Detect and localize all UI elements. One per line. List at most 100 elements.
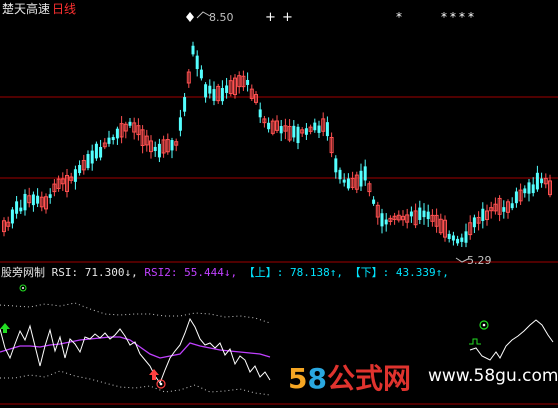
high-price-label: 8.50: [209, 11, 234, 24]
signal-star-icon: *: [396, 10, 402, 24]
candle-body: [409, 211, 413, 217]
circle-signal-icon: [19, 284, 27, 292]
rsi-label: RSI:: [51, 266, 79, 279]
candle-body: [212, 89, 216, 101]
candle-body: [304, 128, 308, 135]
candle-body: [204, 84, 208, 98]
high-price-marker: 8.50: [196, 11, 234, 24]
signal-plus-icon: +: [265, 10, 276, 25]
sell-arrow-icon: [149, 369, 159, 380]
candle-body: [170, 140, 174, 151]
signal-star-icon: *: [450, 10, 456, 24]
candle-body: [527, 182, 531, 194]
lower-band-line: [0, 370, 271, 396]
candle-body: [99, 146, 103, 158]
candle-body: [338, 169, 342, 180]
rsi-line-right: [469, 319, 554, 361]
candle-body: [199, 69, 203, 79]
rsi-value: 71.300: [84, 266, 125, 279]
candle-body: [418, 207, 422, 220]
candle-body: [313, 122, 317, 131]
candle-body: [258, 109, 262, 118]
rsi-arrow: ↓,: [124, 266, 138, 279]
watermark-chinese: 公式网: [326, 362, 411, 395]
candle-body: [31, 194, 35, 206]
candle-body: [481, 208, 485, 221]
candle-body: [10, 209, 14, 224]
watermark-url: www.58gu.com: [428, 366, 558, 386]
candle-body: [183, 97, 187, 112]
rsi2-value: 55.444: [184, 266, 224, 279]
lower-value: 43.339: [395, 266, 436, 279]
upper-value: 78.138: [290, 266, 330, 279]
rsi2-arrow: ↓,: [223, 266, 238, 279]
candle-body: [359, 170, 363, 187]
candle-body: [535, 172, 539, 190]
candle-body: [115, 128, 119, 139]
candle-body: [334, 158, 338, 173]
candle-body: [380, 213, 384, 227]
rsi2-label: RSI2:: [144, 266, 178, 279]
watermark-digit-1: 5: [288, 362, 308, 395]
signal-star-icon: *: [441, 10, 447, 24]
candle-body: [460, 237, 464, 242]
price-grid: [0, 96, 558, 405]
upper-band-line: [0, 302, 271, 324]
buy-arrow-icon: [0, 323, 10, 333]
candle-body: [73, 169, 77, 182]
candle-body: [178, 117, 182, 131]
candle-body: [267, 122, 271, 130]
candle-body: [246, 79, 250, 85]
signal-star-icon: *: [459, 10, 465, 24]
signal-diamond-icon: [186, 12, 194, 22]
candle-body: [447, 233, 451, 240]
candle-body: [456, 238, 460, 244]
chart-canvas[interactable]: 8.50 5.29 + + * * * * *: [0, 0, 558, 408]
candle-body: [128, 121, 132, 126]
candle-body: [36, 195, 40, 204]
candle-body: [523, 188, 527, 194]
lower-arrow: ↑,: [435, 266, 449, 279]
candle-body: [372, 199, 376, 204]
candle-body: [292, 125, 296, 138]
candle-body: [191, 45, 195, 55]
candle-body: [23, 193, 27, 211]
stock-chart-window: 楚天高速 日线 8.50 5.29 + + * * * * * 股旁网制 RSI…: [0, 0, 558, 408]
candle-body: [451, 235, 455, 241]
candle-body: [225, 85, 229, 93]
candle-body: [342, 179, 346, 183]
candle-body: [384, 219, 388, 225]
candle-body: [502, 207, 506, 212]
step-signal-icon: [469, 338, 481, 345]
candle-body: [464, 231, 468, 243]
candle-body: [195, 55, 199, 70]
candle-body: [422, 210, 426, 218]
indicator-legend: 股旁网制 RSI: 71.300↓, RSI2: 55.444↓, 【上】: 7…: [1, 264, 449, 280]
candle-body: [86, 153, 90, 169]
candlestick-series: [2, 41, 552, 248]
indicator-name: 股旁网制: [1, 266, 45, 279]
candle-body: [19, 207, 23, 212]
candle-body: [15, 201, 19, 214]
candle-body: [78, 165, 82, 174]
low-price-label: 5.29: [467, 254, 492, 267]
candle-body: [157, 143, 161, 158]
candle-body: [531, 184, 535, 194]
candle-body: [94, 143, 98, 159]
candle-body: [540, 178, 544, 184]
low-price-marker: 5.29: [455, 254, 492, 267]
candle-body: [107, 137, 111, 144]
candle-body: [514, 191, 518, 204]
candle-body: [363, 166, 367, 181]
upper-label: 【上】:: [243, 266, 284, 279]
candle-body: [153, 146, 157, 151]
candle-body: [346, 178, 350, 189]
candle-body: [111, 137, 115, 141]
candle-body: [279, 126, 283, 134]
watermark-logo: 58公式网: [288, 357, 411, 397]
candle-body: [48, 194, 52, 198]
candle-body: [510, 203, 514, 209]
candle-body: [220, 88, 224, 102]
candle-body: [208, 85, 212, 94]
rsi2-line: [0, 336, 271, 359]
